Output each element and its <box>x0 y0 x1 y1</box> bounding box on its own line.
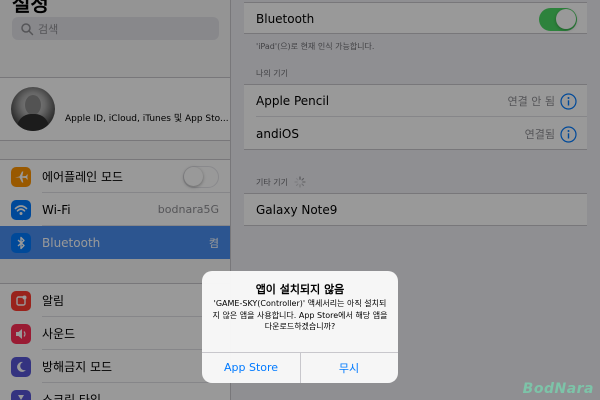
app-not-installed-alert: 앱이 설치되지 않음 'GAME-SKY(Controller)' 액세서리는 … <box>202 271 398 383</box>
alert-title: 앱이 설치되지 않음 <box>255 283 345 296</box>
watermark-logo: BodNara <box>522 381 594 397</box>
alert-message: 'GAME-SKY(Controller)' 액세서리는 아직 설치되지 않은 … <box>212 299 388 331</box>
ignore-button[interactable]: 무시 <box>300 352 398 383</box>
app-store-button[interactable]: App Store <box>202 352 300 383</box>
